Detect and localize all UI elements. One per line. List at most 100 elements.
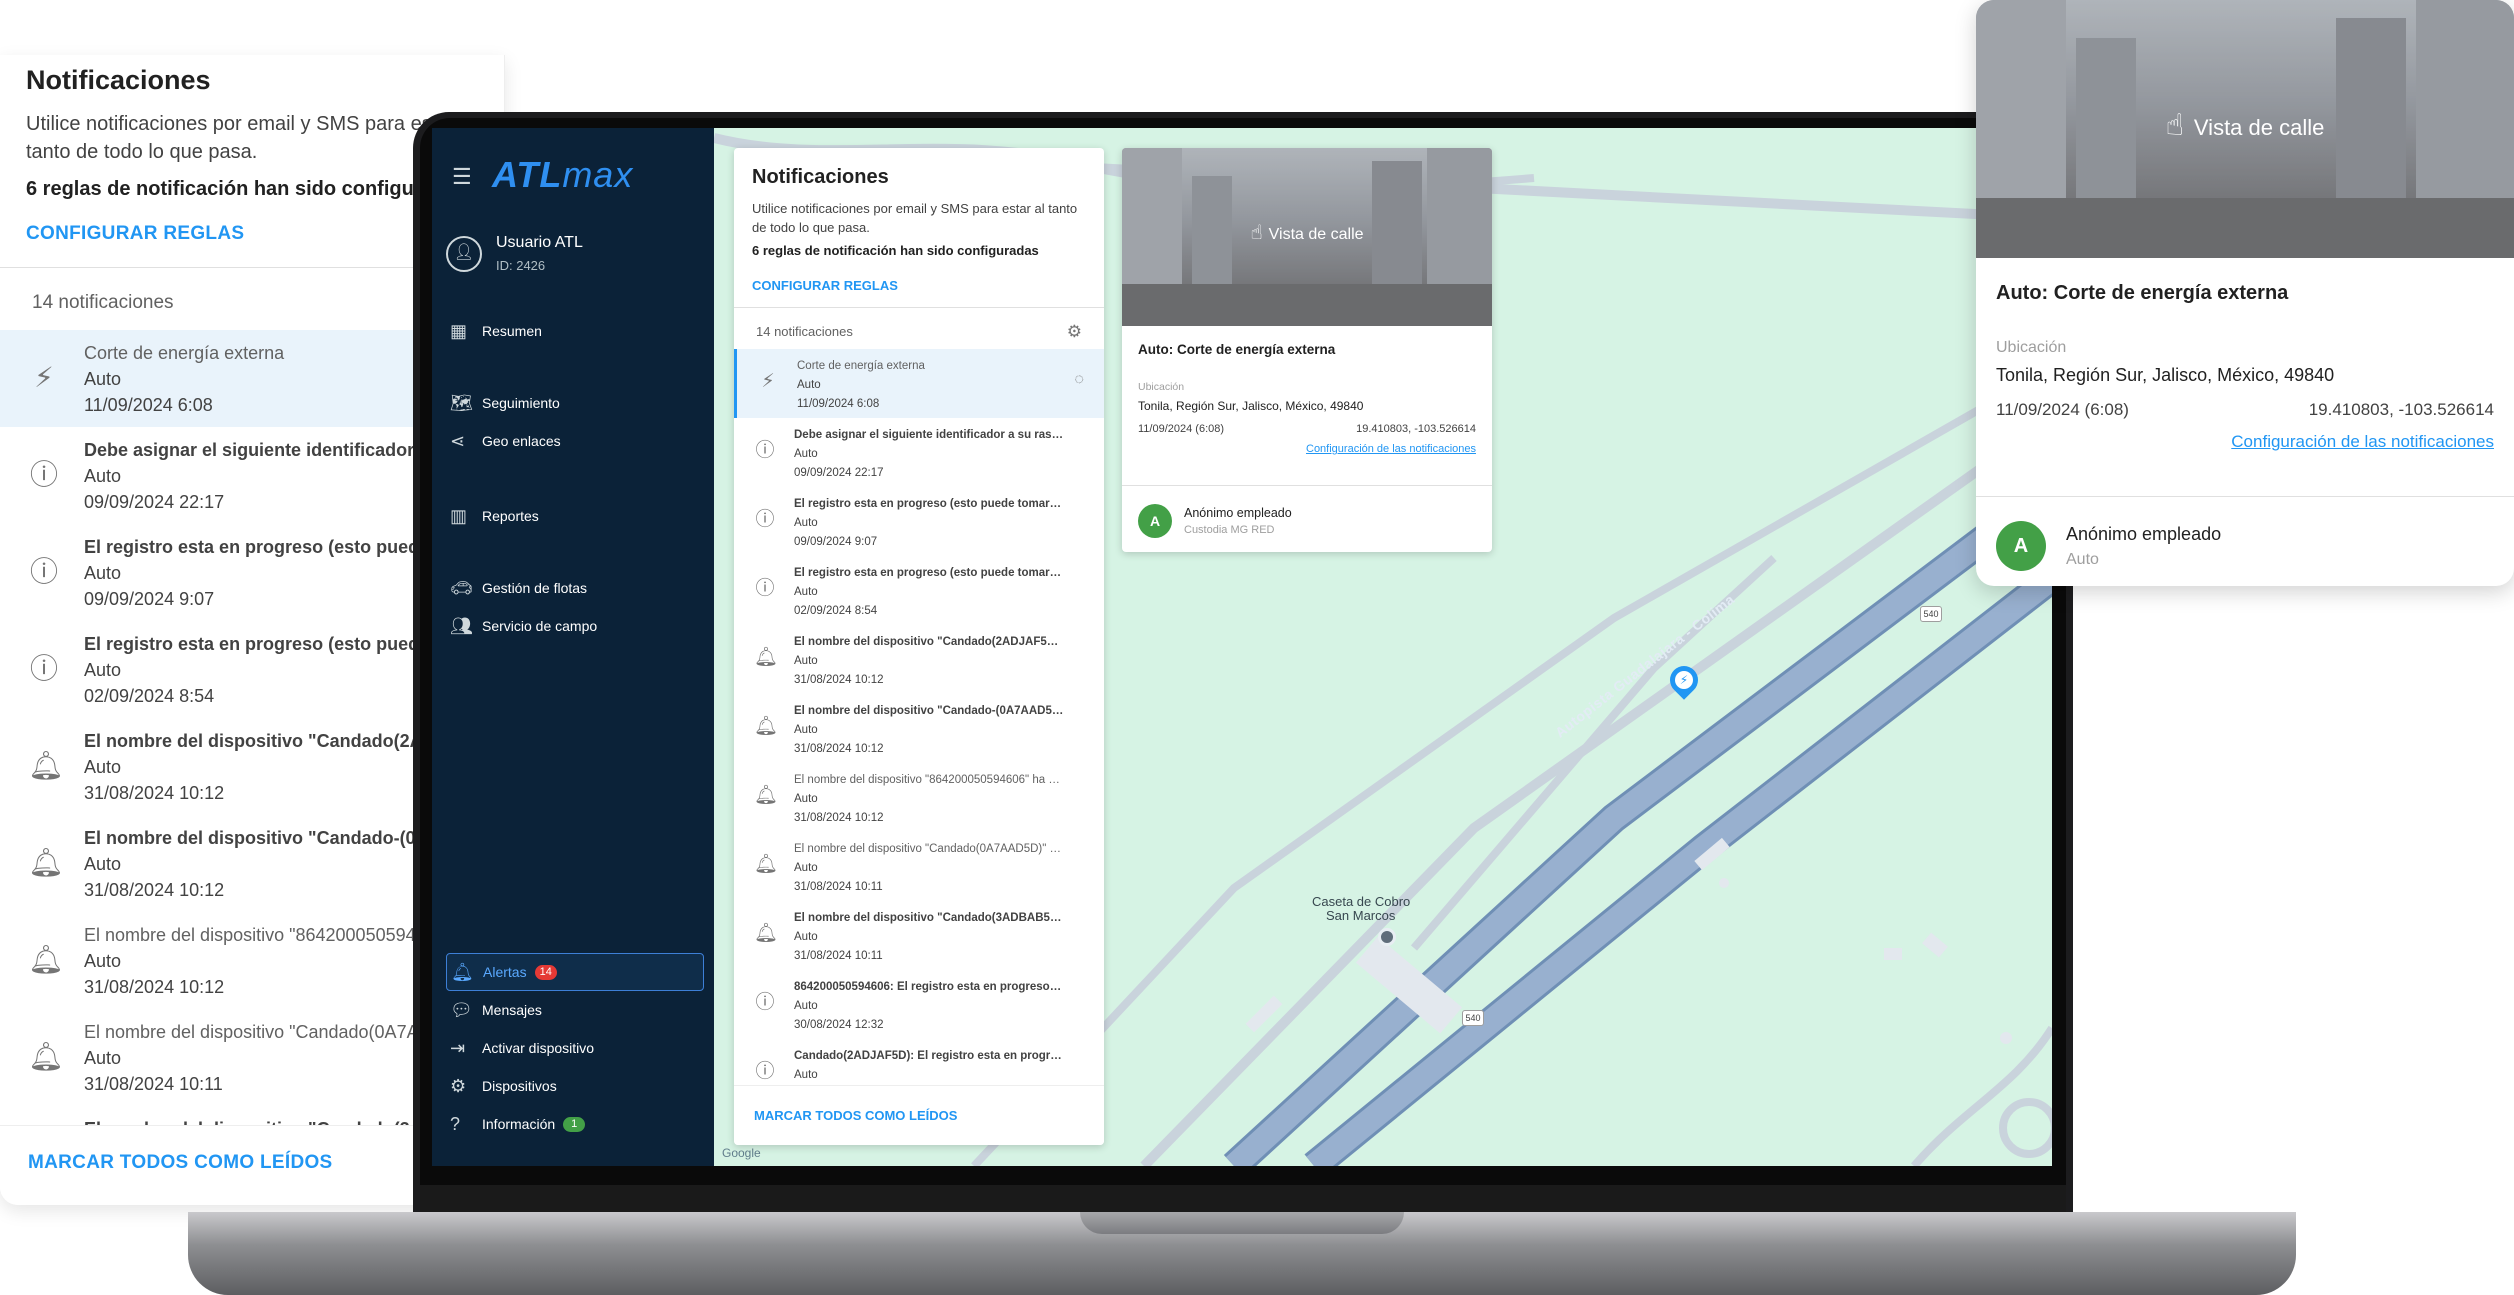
alerts-badge: 14 <box>534 964 557 980</box>
notification-source: Auto <box>794 1000 818 1012</box>
user-avatar-icon[interactable]: 👤︎ <box>446 236 482 272</box>
location-label: Ubicación <box>1996 339 2067 356</box>
employee-name: Anónimo empleado <box>2066 523 2222 544</box>
notification-item[interactable]: ⓘ Debe asignar el siguiente identificado… <box>734 418 1104 487</box>
event-datetime: 11/09/2024 (6:08) <box>1138 423 1225 435</box>
datetime-coords-row: 11/09/2024 (6:08) 19.410803, -103.526614 <box>1138 423 1476 435</box>
power-off-icon: ⚡︎ <box>34 362 54 393</box>
notification-source: Auto <box>794 655 818 667</box>
event-coordinates: 19.410803, -103.526614 <box>2308 400 2494 419</box>
gear-icon: ⚙︎ <box>450 1075 467 1096</box>
sidebar-item-dispositivos[interactable]: ⚙︎ Dispositivos <box>446 1067 704 1105</box>
notification-settings-link[interactable]: Configuración de las notificaciones <box>1996 432 2494 452</box>
pan-hand-icon: ☝︎ <box>1250 222 1263 244</box>
notification-item[interactable]: 🔔︎ El nombre del dispositivo "Candado(0A… <box>734 832 1104 901</box>
toll-booth-label-1: Caseta de Cobro <box>1312 894 1411 909</box>
info-badge: 1 <box>563 1116 586 1132</box>
event-datetime: 11/09/2024 (6:08) <box>1996 400 2129 419</box>
notification-item[interactable]: 🔔︎ El nombre del dispositivo "8642000505… <box>734 763 1104 832</box>
info-icon: ⓘ <box>755 578 775 599</box>
info-icon: ⓘ <box>29 653 58 684</box>
configure-rules-button[interactable]: CONFIGURAR REGLAS <box>26 223 478 245</box>
employee-row[interactable]: A Anónimo empleado Auto <box>1976 497 2514 586</box>
sidebar-item-reportes[interactable]: ▥ Reportes <box>446 497 704 535</box>
notification-item[interactable]: ⓘ El registro esta en progreso (esto pue… <box>734 487 1104 556</box>
pan-hand-icon: ☝︎ <box>2165 109 2184 142</box>
notification-detail-card: ☝︎ Vista de calle Auto: Corte de energía … <box>1122 148 1492 552</box>
notification-source: Auto <box>794 862 818 874</box>
notification-item[interactable]: ⓘ El registro esta en progreso (esto pue… <box>734 556 1104 625</box>
notification-date: 09/09/2024 22:17 <box>794 467 884 479</box>
bell-icon: 🔔︎ <box>451 961 474 982</box>
info-icon: ⓘ <box>755 992 775 1013</box>
notification-date: 31/08/2024 10:11 <box>794 881 883 893</box>
notification-source: Auto <box>794 517 818 529</box>
info-icon: ⓘ <box>755 440 775 461</box>
datetime-coords-row: 11/09/2024 (6:08) 19.410803, -103.526614 <box>1996 400 2494 420</box>
notification-item[interactable]: 🔔︎ El nombre del dispositivo "Candado-(0… <box>734 694 1104 763</box>
sidebar-item-mensajes[interactable]: 💬︎ Mensajes <box>446 991 704 1029</box>
menu-collapse-icon[interactable]: ☰ <box>452 164 472 190</box>
notification-count: 14 notificaciones <box>756 324 853 339</box>
street-view-preview[interactable]: ☝︎ Vista de calle <box>1976 0 2514 258</box>
notification-source: Auto <box>797 379 821 391</box>
settings-gear-icon[interactable]: ⚙︎ <box>1067 322 1082 342</box>
map-building <box>1884 948 1902 960</box>
bell-icon: 🔔︎ <box>754 923 779 944</box>
group-icon: 👥︎ <box>450 615 473 636</box>
panel-description: Utilice notificaciones por email y SMS p… <box>752 201 1078 235</box>
sidebar-item-geo-enlaces[interactable]: ⋖ Geo enlaces <box>446 422 704 460</box>
rules-configured-text: 6 reglas de notificación han sido config… <box>752 243 1039 258</box>
bell-icon: 🔔︎ <box>754 716 779 737</box>
configure-rules-button[interactable]: CONFIGURAR REGLAS <box>752 278 1086 293</box>
street-view-label[interactable]: ☝︎ Vista de calle <box>1122 220 1492 245</box>
sidebar-item-servicio-campo[interactable]: 👥︎ Servicio de campo <box>446 607 704 645</box>
enlarged-detail-card: ☝︎ Vista de calle Auto: Corte de energía … <box>1976 0 2514 586</box>
notification-count-row: 14 notificaciones ⚙︎ <box>734 308 1104 349</box>
sidebar-item-seguimiento[interactable]: 🗺︎ Seguimiento <box>446 384 704 422</box>
event-coordinates: 19.410803, -103.526614 <box>1356 423 1476 435</box>
sidebar-item-alertas[interactable]: 🔔︎ Alertas 14 <box>446 953 704 991</box>
notification-title: Corte de energía externa <box>797 360 925 372</box>
map-building <box>1719 878 1729 888</box>
sidebar-item-gestion-flotas[interactable]: 🚗︎ Gestión de flotas <box>446 569 704 607</box>
notification-date: 09/09/2024 9:07 <box>794 536 878 548</box>
user-id: ID: 2426 <box>496 258 546 273</box>
employee-row[interactable]: A Anónimo empleado Custodia MG RED <box>1122 486 1492 552</box>
toll-booth-marker[interactable] <box>1378 928 1396 946</box>
notification-item[interactable]: 🔔︎ El nombre del dispositivo "Candado(3A… <box>734 901 1104 970</box>
map-icon: 🗺︎ <box>450 392 473 413</box>
location-address: Tonila, Región Sur, Jalisco, México, 498… <box>1996 365 2335 385</box>
notification-title: Candado(2ADJAF5D): El registro esta en p… <box>794 1050 1064 1062</box>
notification-item[interactable]: ⓘ 864200050594606: El registro esta en p… <box>734 970 1104 1039</box>
map-attribution: Google <box>722 1146 761 1160</box>
employee-name: Anónimo empleado <box>1184 506 1292 520</box>
notification-date: 31/08/2024 10:12 <box>794 812 884 824</box>
notification-source: Auto <box>794 448 818 460</box>
notification-source: Auto <box>794 586 818 598</box>
dashboard-icon: ▦ <box>450 320 468 341</box>
login-icon: ⇥ <box>450 1037 466 1058</box>
mark-all-read-button[interactable]: MARCAR TODOS COMO LEÍDOS <box>734 1085 1104 1145</box>
route-shield: 540 <box>1462 1010 1484 1026</box>
street-view-preview[interactable]: ☝︎ Vista de calle <box>1122 148 1492 326</box>
bell-icon: 🔔︎ <box>28 1041 64 1072</box>
hide-icon[interactable]: ◌ <box>1074 371 1084 389</box>
street-view-label[interactable]: ☝︎ Vista de calle <box>1976 108 2514 143</box>
panel-description-line-1: Utilice notificaciones por email y SMS p… <box>26 113 456 135</box>
bell-icon: 🔔︎ <box>28 847 64 878</box>
user-name: Usuario ATL <box>496 234 583 251</box>
panel-description-line-2: tanto de todo lo que pasa. <box>26 141 258 163</box>
sidebar-item-resumen[interactable]: ▦ Resumen <box>446 312 704 350</box>
notification-item[interactable]: ⚡︎ ◌ Corte de energía externa Auto 11/09… <box>734 349 1104 418</box>
avatar: A <box>1996 521 2046 571</box>
sidebar-item-activar-dispositivo[interactable]: ⇥ Activar dispositivo <box>446 1029 704 1067</box>
sidebar-item-informacion[interactable]: ? Información 1 <box>446 1105 704 1143</box>
notification-settings-link[interactable]: Configuración de las notificaciones <box>1138 443 1476 455</box>
laptop-bottom-strip <box>420 1185 2066 1213</box>
bell-icon: 🔔︎ <box>754 647 779 668</box>
rules-configured-text: 6 reglas de notificación han sido config… <box>26 178 468 200</box>
notification-item[interactable]: 🔔︎ El nombre del dispositivo "Candado(2A… <box>734 625 1104 694</box>
route-shield: 540 <box>1920 606 1942 622</box>
notification-date: 31/08/2024 10:11 <box>794 950 883 962</box>
